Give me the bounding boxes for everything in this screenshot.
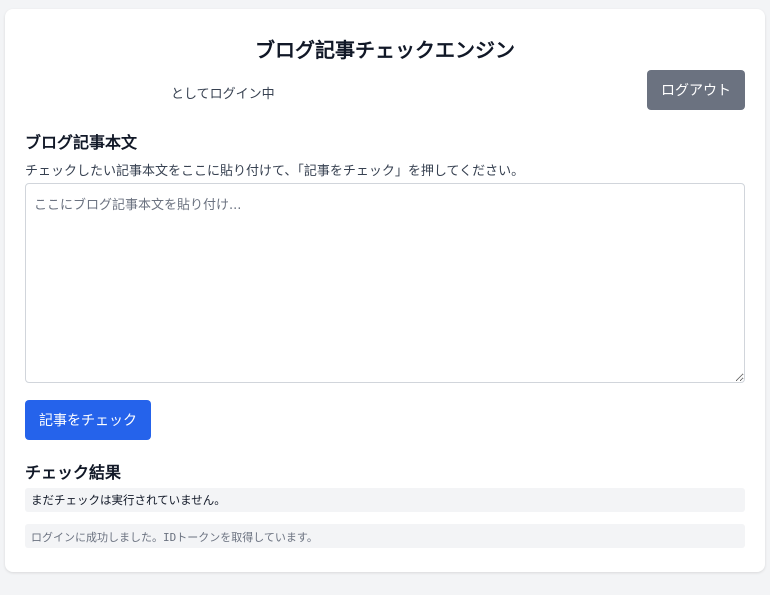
results-heading: チェック結果 (25, 463, 122, 482)
log-message: ログインに成功しました。IDトークンを取得しています。 (25, 524, 745, 548)
main-card: ブログ記事チェックエンジン としてログイン中 ログアウト ブログ記事本文 チェッ… (5, 9, 765, 572)
login-status-text: としてログイン中 (171, 87, 275, 102)
results-status: まだチェックは実行されていません。 (25, 488, 745, 512)
article-heading: ブログ記事本文 (25, 133, 138, 152)
page-title: ブログ記事チェックエンジン (255, 38, 515, 62)
check-article-button[interactable]: 記事をチェック (25, 400, 151, 440)
article-instruction: チェックしたい記事本文をここに貼り付けて、「記事をチェック」を押してください。 (25, 164, 525, 179)
logout-button[interactable]: ログアウト (647, 70, 745, 110)
article-textarea[interactable] (25, 183, 745, 383)
